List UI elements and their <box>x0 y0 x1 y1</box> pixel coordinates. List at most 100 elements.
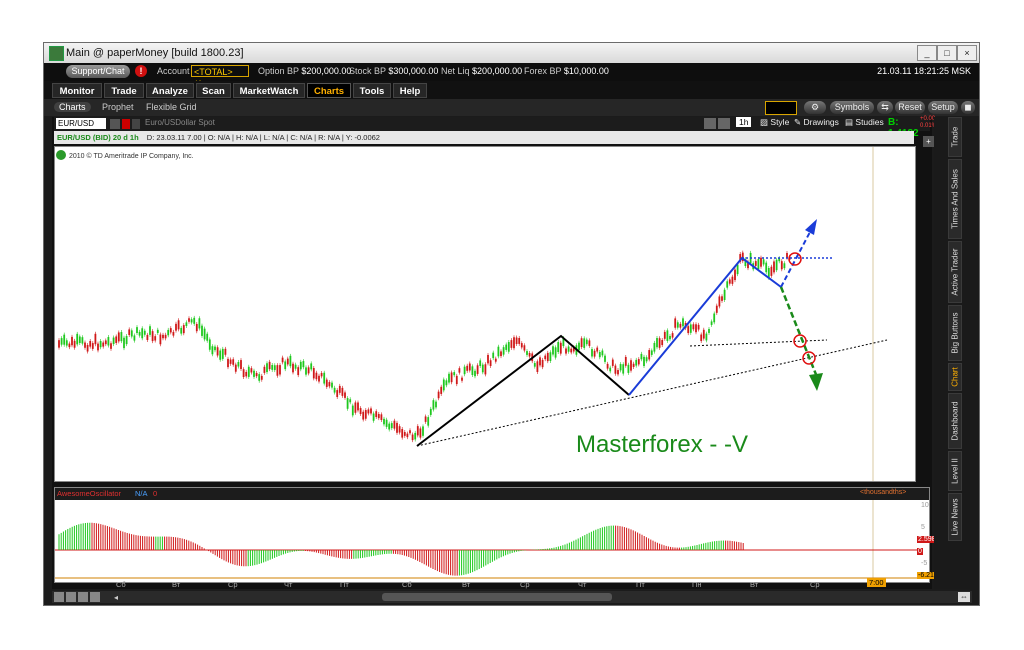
candle-body <box>81 337 84 344</box>
scroll-thumb[interactable] <box>382 593 612 601</box>
candle-body <box>325 379 328 387</box>
zoom-in-icon[interactable] <box>78 592 88 602</box>
candle-body <box>229 359 232 364</box>
subtab-flexible-grid[interactable]: Flexible Grid <box>146 102 197 112</box>
detach-icon[interactable]: ◼ <box>961 101 975 114</box>
time-axis-label: Ср <box>810 580 820 589</box>
symbols-button[interactable]: Symbols <box>830 101 874 114</box>
oscillator-panel[interactable]: AwesomeOscillator N/A 0 <thousandths> 10… <box>54 487 941 583</box>
candle-body <box>271 364 274 370</box>
candle-body <box>648 350 651 360</box>
zoom-icon[interactable] <box>718 118 730 129</box>
scroll-right-icon[interactable]: ⇔ <box>958 592 970 602</box>
stock-bp: Stock BP $300,000.00 <box>349 66 439 76</box>
candle-body <box>593 350 596 357</box>
candle-body <box>663 331 666 339</box>
zoom-out-icon[interactable] <box>66 592 76 602</box>
blue-projection-arrow <box>780 231 811 288</box>
candle-body <box>726 281 729 288</box>
time-axis-label: Чт <box>284 580 293 589</box>
side-tab-trade[interactable]: Trade <box>948 117 962 157</box>
blue-arrowhead <box>805 219 817 235</box>
chart-area: EUR/USD Euro/USDollar Spot 1h ▨ Style ✎ … <box>52 116 941 589</box>
candle-body <box>409 430 411 434</box>
tab-analyze[interactable]: Analyze <box>146 83 194 98</box>
link-group-icon[interactable] <box>132 119 140 129</box>
wrench-icon[interactable]: ⚙ <box>804 101 826 114</box>
side-tab-live-news[interactable]: Live News <box>948 493 962 541</box>
interval-selector[interactable]: 1h <box>736 117 752 127</box>
candle-body <box>208 339 211 350</box>
support-chat-button[interactable]: Support/Chat <box>66 65 130 78</box>
symbol-input[interactable]: EUR/USD <box>56 118 106 129</box>
time-axis-label: Пт <box>636 580 645 589</box>
candle-body <box>162 334 164 339</box>
candle-body <box>440 386 443 394</box>
candle-body <box>268 361 271 370</box>
account-select[interactable]: <TOTAL> (A... <box>191 65 249 89</box>
tab-help[interactable]: Help <box>393 83 427 98</box>
candle-body <box>281 357 284 363</box>
tab-scan[interactable]: Scan <box>196 83 231 98</box>
candle-body <box>645 357 648 362</box>
candle-body <box>630 360 632 371</box>
scroll-left-icon[interactable]: ◂ <box>114 593 120 602</box>
candle-body <box>617 370 619 375</box>
candle-body <box>710 321 713 325</box>
side-tab-active-trader[interactable]: Active Trader <box>948 241 962 303</box>
candle-body <box>567 346 570 352</box>
candle-body <box>505 344 508 350</box>
tab-tools[interactable]: Tools <box>353 83 391 98</box>
candle-body <box>715 305 718 313</box>
link-icon[interactable]: ⇆ <box>877 101 893 114</box>
side-tab-dashboard[interactable]: Dashboard <box>948 393 962 449</box>
candle-body <box>149 326 151 335</box>
style-button[interactable]: ▨ Style <box>760 117 789 128</box>
price-chart[interactable]: 2010 © TD Ameritrade IP Company, Inc. Ma… <box>54 146 916 482</box>
crosshair-icon[interactable] <box>704 118 716 129</box>
setup-button[interactable]: Setup <box>928 101 958 114</box>
tab-charts[interactable]: Charts <box>307 83 351 98</box>
blue-pattern-line <box>628 256 782 396</box>
candle-body <box>393 420 396 429</box>
tab-trade[interactable]: Trade <box>104 83 144 98</box>
grid-layout-icon[interactable] <box>54 592 64 602</box>
tab-marketwatch[interactable]: MarketWatch <box>233 83 305 98</box>
studies-button[interactable]: ▤ Studies <box>845 117 884 128</box>
candle-body <box>299 361 302 370</box>
candle-body <box>515 337 518 345</box>
alert-icon[interactable]: ! <box>135 65 147 77</box>
candle-body <box>211 346 214 355</box>
reset-button[interactable]: Reset <box>895 101 925 114</box>
candle-body <box>539 357 541 366</box>
color-selector[interactable] <box>765 101 797 115</box>
candle-body <box>216 347 219 356</box>
side-tab-big-buttons[interactable]: Big Buttons <box>948 305 962 361</box>
candle-body <box>622 364 625 374</box>
tab-monitor[interactable]: Monitor <box>52 83 102 98</box>
flag-icon[interactable] <box>122 119 130 129</box>
candle-body <box>89 340 92 347</box>
candle-body <box>606 363 609 369</box>
oscillator-value-1: N/A <box>135 489 148 498</box>
side-tab-level-ii[interactable]: Level II <box>948 451 962 491</box>
candle-body <box>429 408 432 415</box>
maximize-button[interactable]: □ <box>937 45 957 61</box>
candle-body <box>461 377 463 381</box>
close-button[interactable]: × <box>957 45 977 61</box>
subtab-prophet[interactable]: Prophet <box>102 102 134 112</box>
subtab-charts[interactable]: Charts <box>54 102 91 112</box>
candle-body <box>500 351 502 357</box>
expand-chart-icon[interactable]: + <box>923 136 934 147</box>
candle-body <box>310 363 313 370</box>
symbol-lookup-icon[interactable] <box>110 119 120 129</box>
side-tab-times-and-sales[interactable]: Times And Sales <box>948 159 962 239</box>
candle-body <box>736 264 739 275</box>
side-tab-chart[interactable]: Chart <box>948 363 962 391</box>
drawings-button[interactable]: ✎ Drawings <box>794 117 839 128</box>
chart-scrollbar[interactable]: ◂ ⇔ <box>52 591 972 603</box>
pan-icon[interactable] <box>90 592 100 602</box>
candle-body <box>557 342 560 353</box>
minimize-button[interactable]: _ <box>917 45 937 61</box>
oscillator-header: AwesomeOscillator N/A 0 <thousandths> <box>55 488 929 500</box>
